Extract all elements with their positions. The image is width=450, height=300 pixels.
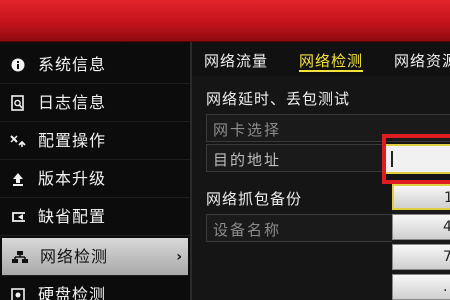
default-return-icon	[10, 209, 26, 225]
sidebar-item-label: 硬盘检测	[38, 285, 107, 300]
sidebar-item-network-check[interactable]: 网络检测 ›	[2, 238, 188, 276]
capture-section-title: 网络抓包备份	[206, 190, 303, 208]
keypad-key-7[interactable]: 7	[392, 244, 450, 270]
highlight-annotation-box	[382, 134, 450, 184]
sidebar-item-label: 配置操作	[38, 131, 107, 150]
sidebar-item-label: 版本升级	[38, 169, 107, 188]
sidebar-item-system-info[interactable]: 系统信息	[0, 46, 190, 84]
chevron-right-icon: ›	[176, 249, 182, 265]
tab-network-check[interactable]: 网络检测	[299, 50, 364, 72]
keypad-key-dot[interactable]: .	[392, 274, 450, 300]
network-icon	[12, 249, 28, 265]
config-tools-icon	[10, 133, 26, 149]
keypad-key-4[interactable]: 4	[392, 214, 450, 240]
top-banner	[0, 0, 450, 42]
tab-network-traffic[interactable]: 网络流量	[204, 50, 268, 72]
tab-network-resources[interactable]: 网络资源	[394, 50, 450, 72]
sidebar-item-label: 日志信息	[38, 93, 107, 112]
sidebar-item-label: 网络检测	[40, 247, 109, 266]
log-search-icon	[10, 95, 26, 111]
device-name-label: 设备名称	[213, 221, 282, 239]
sidebar-item-disk-check[interactable]: 硬盘检测	[0, 276, 190, 300]
main-content: 网络流量 网络检测 网络资源 网络延时、丢包测试 网卡选择 目的地址 网络抓包备…	[190, 42, 450, 300]
disk-icon	[10, 287, 26, 300]
sidebar-item-log-info[interactable]: 日志信息	[0, 84, 190, 122]
sidebar-item-default-config[interactable]: 缺省配置	[0, 198, 190, 236]
sidebar-item-config[interactable]: 配置操作	[0, 122, 190, 160]
upgrade-arrow-icon	[10, 171, 26, 187]
numeric-keypad: 1 4 7 .	[392, 182, 450, 300]
info-circle-icon	[10, 57, 26, 73]
latency-section-title: 网络延时、丢包测试	[206, 90, 351, 108]
destination-label: 目的地址	[213, 151, 282, 169]
nic-select-label: 网卡选择	[213, 121, 282, 139]
sidebar-item-label: 缺省配置	[38, 207, 107, 226]
keypad-key-1[interactable]: 1	[392, 184, 450, 210]
sidebar-item-upgrade[interactable]: 版本升级	[0, 160, 190, 198]
tab-bar: 网络流量 网络检测 网络资源	[192, 42, 450, 76]
sidebar-item-label: 系统信息	[38, 55, 107, 74]
sidebar: 系统信息 日志信息 配置操作 版本升级 缺省配置 网络检测 › 硬盘检测	[0, 42, 190, 300]
